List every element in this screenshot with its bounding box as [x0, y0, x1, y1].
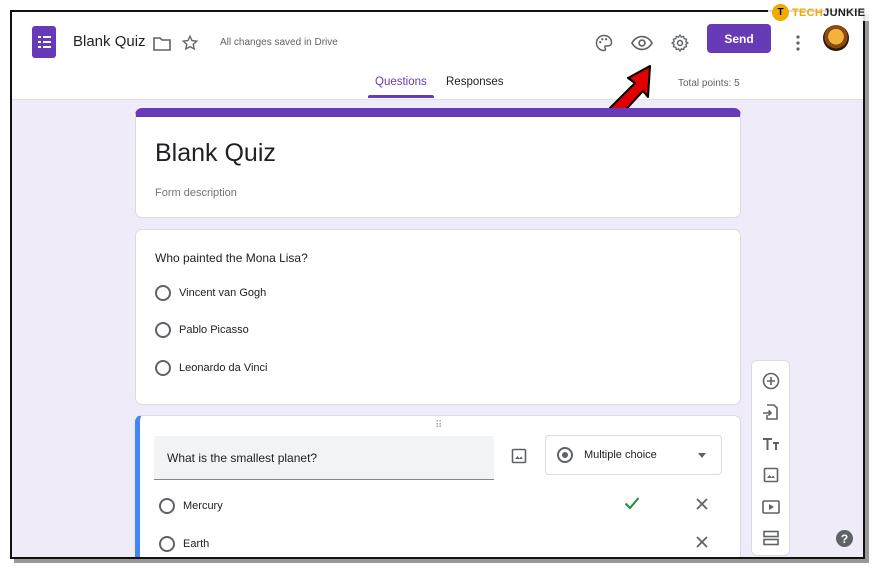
option-item[interactable]: Mercury: [159, 497, 223, 515]
add-circle-icon[interactable]: [761, 371, 781, 391]
watermark-logo: T: [772, 4, 789, 21]
radio-icon[interactable]: [159, 498, 175, 514]
question-text: Who painted the Mona Lisa?: [155, 251, 308, 265]
image-icon[interactable]: [761, 465, 781, 485]
save-status: All changes saved in Drive: [220, 37, 338, 48]
form-title-card: Blank Quiz Form description: [135, 108, 741, 218]
dropdown-arrow-icon: [698, 453, 706, 458]
radio-icon[interactable]: [159, 536, 175, 552]
question-title-input[interactable]: What is the smallest planet?: [154, 436, 494, 480]
close-icon[interactable]: [695, 497, 709, 516]
question-type-label: Multiple choice: [584, 449, 657, 461]
radio-icon[interactable]: [155, 285, 171, 301]
radio-icon[interactable]: [155, 360, 171, 376]
section-icon[interactable]: [761, 528, 781, 548]
option-label: Leonardo da Vinci: [179, 362, 268, 374]
tab-responses[interactable]: Responses: [446, 76, 504, 88]
option-label: Pablo Picasso: [179, 324, 249, 336]
option-label[interactable]: Earth: [183, 538, 209, 550]
side-toolbar: [751, 360, 790, 556]
option-label[interactable]: Mercury: [183, 500, 223, 512]
radio-checked-icon: [557, 447, 573, 463]
document-title[interactable]: Blank Quiz: [73, 33, 146, 50]
eye-icon[interactable]: [631, 32, 653, 54]
question-type-select[interactable]: Multiple choice: [545, 435, 722, 475]
radio-icon[interactable]: [155, 322, 171, 338]
watermark-text-b: JUNKIE: [823, 6, 866, 19]
avatar[interactable]: [823, 25, 849, 51]
palette-icon[interactable]: [593, 32, 615, 54]
active-question-card[interactable]: ⠿ What is the smallest planet? Multiple …: [135, 415, 741, 557]
more-vert-icon[interactable]: [787, 32, 809, 54]
import-icon[interactable]: [761, 402, 781, 422]
image-icon[interactable]: [511, 448, 527, 469]
drag-handle-icon[interactable]: ⠿: [435, 420, 442, 431]
question-card[interactable]: Who painted the Mona Lisa? Vincent van G…: [135, 229, 741, 405]
option-item[interactable]: Earth: [159, 535, 209, 553]
watermark-text-a: TECH: [792, 6, 824, 19]
video-icon[interactable]: [761, 497, 781, 517]
browser-frame: Blank Quiz All changes saved in Drive Se…: [10, 10, 865, 559]
forms-logo-icon[interactable]: [32, 26, 56, 58]
gear-icon[interactable]: [669, 32, 691, 54]
option-label: Vincent van Gogh: [179, 287, 267, 299]
close-icon[interactable]: [695, 535, 709, 554]
help-icon[interactable]: ?: [836, 530, 853, 547]
check-icon: [624, 496, 640, 515]
folder-icon[interactable]: [151, 32, 173, 54]
form-title[interactable]: Blank Quiz: [155, 139, 276, 168]
active-tab-indicator: [368, 95, 434, 98]
form-description[interactable]: Form description: [155, 187, 237, 199]
watermark: T TECHJUNKIE: [768, 4, 870, 21]
option-item[interactable]: Vincent van Gogh: [155, 284, 266, 302]
question-title-value: What is the smallest planet?: [167, 451, 318, 465]
title-icon[interactable]: [761, 434, 781, 454]
tab-questions[interactable]: Questions: [375, 76, 427, 88]
option-item[interactable]: Pablo Picasso: [155, 321, 249, 339]
option-item[interactable]: Leonardo da Vinci: [155, 359, 267, 377]
total-points: Total points: 5: [678, 78, 740, 89]
header: Blank Quiz All changes saved in Drive Se…: [12, 12, 863, 100]
send-button[interactable]: Send: [707, 24, 771, 53]
star-icon[interactable]: [179, 32, 201, 54]
